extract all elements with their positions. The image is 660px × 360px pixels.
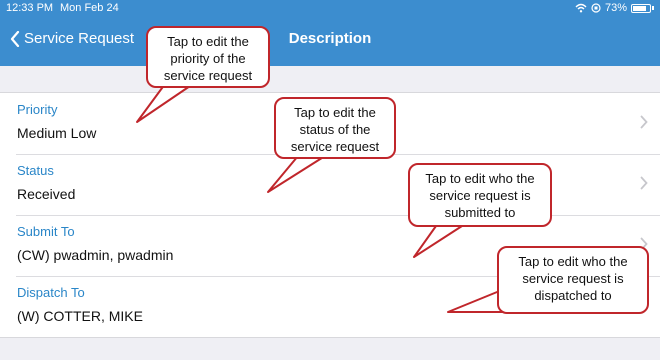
chevron-right-icon — [640, 115, 648, 129]
page-title: Description — [288, 30, 372, 47]
status-time: 12:33 PM — [6, 2, 54, 14]
wifi-icon — [575, 3, 587, 13]
chevron-right-icon — [640, 176, 648, 190]
status-indicators: 73% — [575, 2, 654, 14]
status-date: Mon Feb 24 — [60, 2, 119, 14]
status-label: Status — [17, 163, 54, 178]
status-value: Received — [17, 186, 76, 202]
battery-percent: 73% — [604, 2, 627, 14]
dispatch-to-label: Dispatch To — [17, 285, 85, 300]
callout-dispatch: Tap to edit who the service request is d… — [497, 246, 649, 314]
callout-submit: Tap to edit who the service request is s… — [408, 163, 552, 227]
navigation-bar: 12:33 PM Mon Feb 24 73% Service Request … — [0, 0, 660, 66]
submit-to-value: (CW) pwadmin, pwadmin — [17, 247, 174, 263]
priority-value: Medium Low — [17, 125, 97, 141]
orientation-lock-icon — [591, 3, 601, 13]
dispatch-to-value: (W) COTTER, MIKE — [17, 308, 143, 324]
priority-label: Priority — [17, 102, 58, 117]
callout-status: Tap to edit the status of the service re… — [274, 97, 396, 159]
submit-to-label: Submit To — [17, 224, 75, 239]
battery-icon — [631, 3, 651, 13]
callout-priority: Tap to edit the priority of the service … — [146, 26, 270, 88]
status-row[interactable]: Status Received — [0, 154, 660, 215]
battery-cap — [652, 6, 654, 10]
